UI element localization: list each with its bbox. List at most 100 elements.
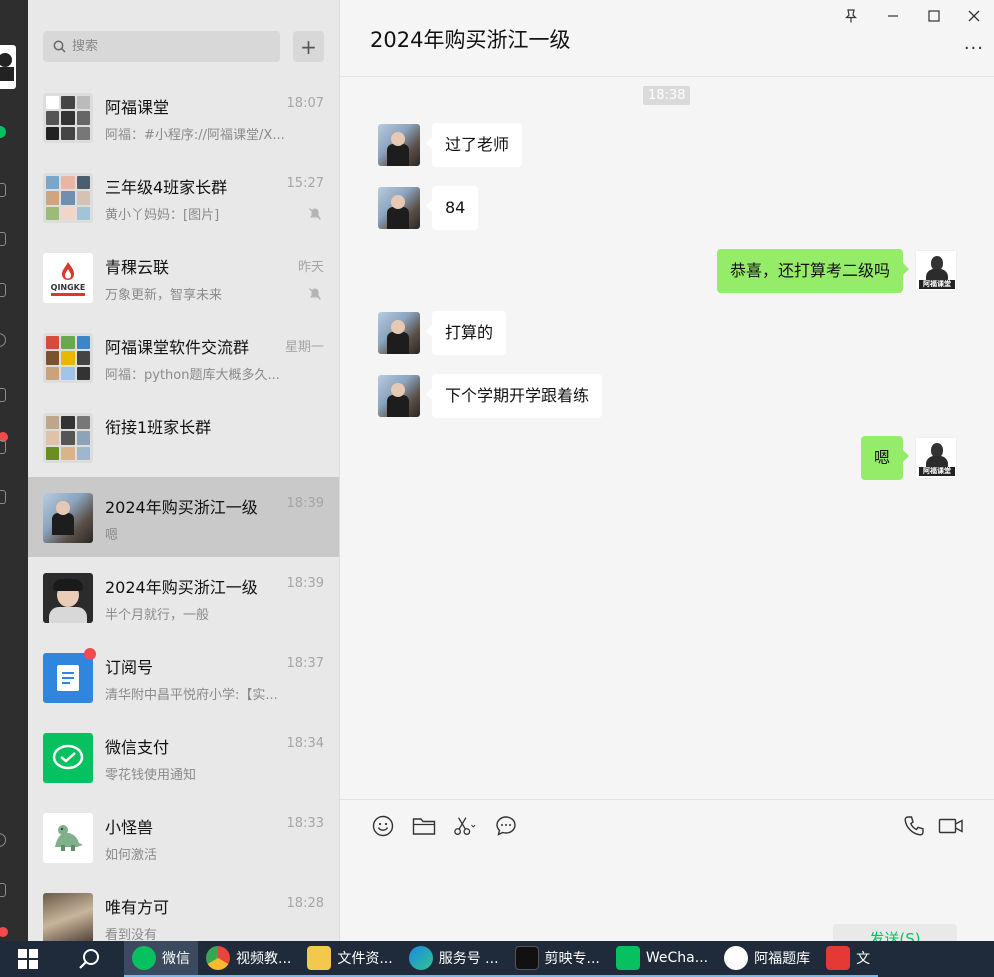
voice-call-icon[interactable] [902, 814, 926, 838]
message-time-tag: 18:38 [643, 86, 691, 105]
taskbar-item-chrome[interactable]: 视频教... [198, 941, 300, 977]
conversation-item-qingke[interactable]: QINGKE 青稞云联 昨天 万象更新，智享未来 [28, 237, 339, 317]
sender-avatar[interactable] [378, 375, 420, 417]
nav-rail [0, 0, 28, 941]
files-icon[interactable] [0, 283, 6, 297]
conversation-preview: 清华附中昌平悦府小学:【实... [105, 688, 278, 703]
taskbar-item-label: 微信 [162, 951, 190, 967]
taskbar-item-label: 视频教... [236, 951, 292, 967]
channels-icon[interactable] [0, 388, 6, 402]
settings-badge-icon [0, 927, 8, 937]
favorites-icon[interactable] [0, 232, 6, 246]
taskbar-item-wechat[interactable]: 微信 [124, 941, 198, 977]
my-avatar[interactable] [0, 45, 16, 89]
conversation-item-subscriptions[interactable]: 订阅号 18:37 清华附中昌平悦府小学:【实... [28, 637, 339, 717]
pin-icon[interactable] [841, 6, 861, 26]
add-button[interactable]: + [293, 31, 324, 62]
conversation-item-little-monster[interactable]: 小怪兽 18:33 如何激活 [28, 797, 339, 877]
search-rail-icon[interactable] [0, 440, 6, 454]
maximize-icon[interactable] [924, 6, 944, 26]
message-bubble[interactable]: 下个学期开学跟着练 [425, 374, 603, 418]
conversation-time: 18:33 [286, 816, 324, 831]
search-input[interactable] [72, 39, 262, 54]
conversation-time: 18:39 [286, 496, 324, 511]
qingke-logo: QINGKE [43, 253, 93, 303]
settings-icon[interactable] [0, 883, 6, 897]
conversation-time: 18:39 [286, 576, 324, 591]
mini-program-icon[interactable] [0, 490, 6, 504]
windows-start-button[interactable] [0, 941, 56, 977]
conversation-item-afu-classroom[interactable]: 阿福课堂 18:07 阿福：#小程序://阿福课堂/X... [28, 77, 339, 157]
message-bubble[interactable]: 嗯 [860, 436, 910, 480]
taskbar-item-wps[interactable]: 文 [818, 941, 879, 977]
conversation-time: 18:07 [286, 96, 324, 111]
chrome-app-icon [206, 946, 230, 970]
message-input[interactable] [370, 850, 970, 915]
pay-check-icon [52, 744, 84, 770]
message-bubble[interactable]: 过了老师 [425, 123, 523, 167]
capcut-app-icon [514, 946, 539, 970]
screenshot-scissors-icon[interactable] [453, 814, 477, 838]
dinosaur-icon [55, 825, 83, 851]
conversation-item-zhejiang-level1-active[interactable]: 2024年购买浙江一级 18:39 嗯 [28, 477, 339, 557]
message-incoming: 84 [378, 186, 479, 230]
taskbar-item-wechat-window[interactable]: WeCha... [607, 941, 717, 977]
contact-avatar [43, 573, 93, 623]
message-incoming: 过了老师 [378, 123, 523, 167]
message-bubble[interactable]: 恭喜，还打算考二级吗 [716, 249, 910, 293]
search-icon [53, 40, 66, 53]
pet-avatar [43, 893, 93, 941]
flame-icon [62, 261, 74, 280]
taskbar-search-icon [79, 949, 99, 969]
conversation-name: 订阅号 [105, 658, 154, 677]
conversation-name: 2024年购买浙江一级 [105, 578, 258, 597]
conversation-item-software-group[interactable]: 阿福课堂软件交流群 星期一 阿福：python题库大概多久... [28, 317, 339, 397]
group-avatar [43, 413, 93, 463]
message-bubble[interactable]: 打算的 [425, 311, 507, 355]
mute-bell-icon [309, 288, 321, 300]
taskbar-search-button[interactable] [56, 941, 124, 977]
online-status-icon [0, 126, 6, 138]
folder-icon[interactable] [412, 814, 436, 838]
chat-title: 2024年购买浙江一级 [370, 28, 571, 52]
conversation-item-weiyou[interactable]: 唯有方可 18:28 看到没有 [28, 877, 339, 941]
taskbar-item-label: 剪映专... [544, 951, 600, 967]
avatar-label: 阿福课堂 [919, 467, 955, 476]
message-bubble[interactable]: 84 [425, 186, 479, 230]
avatar-label: 阿福课堂 [919, 280, 955, 289]
conversation-preview: 黄小丫妈妈：[图片] [105, 208, 220, 223]
more-options-button[interactable]: ··· [964, 38, 984, 59]
emoji-icon[interactable] [371, 814, 395, 838]
conversation-time: 18:34 [286, 736, 324, 751]
conversation-time: 星期一 [284, 340, 324, 355]
wps-app-icon [826, 946, 851, 970]
search-box[interactable] [43, 31, 280, 62]
conversation-name: 衔接1班家长群 [105, 418, 212, 437]
taskbar-item-capcut[interactable]: 剪映专... [506, 941, 608, 977]
sender-avatar[interactable] [378, 187, 420, 229]
conversation-item-wechat-pay[interactable]: 微信支付 18:34 零花钱使用通知 [28, 717, 339, 797]
conversation-time: 18:28 [286, 896, 324, 911]
taskbar-item-explorer[interactable]: 文件资... [299, 941, 401, 977]
minimize-icon[interactable] [883, 6, 903, 26]
my-avatar[interactable]: 阿福课堂 [915, 250, 957, 292]
chat-header: 2024年购买浙江一级 ··· [340, 0, 994, 77]
sender-avatar[interactable] [378, 312, 420, 354]
conversation-preview: 看到没有 [105, 928, 158, 941]
phone-rail-icon[interactable] [0, 833, 6, 847]
my-avatar[interactable]: 阿福课堂 [915, 437, 957, 479]
conversation-time: 昨天 [297, 260, 324, 275]
chat-history-icon[interactable] [494, 814, 518, 838]
message-incoming: 打算的 [378, 311, 507, 355]
video-call-icon[interactable] [938, 814, 964, 838]
taskbar-item-edge[interactable]: 服务号 ... [400, 941, 507, 977]
conversation-item-grade3-class4[interactable]: 三年级4班家长群 15:27 黄小丫妈妈：[图片] [28, 157, 339, 237]
moments-icon[interactable] [0, 333, 6, 347]
message-outgoing: 恭喜，还打算考二级吗 阿福课堂 [716, 249, 957, 293]
taskbar-item-afu-tiku[interactable]: 阿福题库 [716, 941, 819, 977]
contacts-icon[interactable] [0, 183, 6, 197]
conversation-item-bridge-class1[interactable]: 衔接1班家长群 [28, 397, 339, 477]
sender-avatar[interactable] [378, 124, 420, 166]
conversation-item-zhejiang-level1[interactable]: 2024年购买浙江一级 18:39 半个月就行，一般 [28, 557, 339, 637]
close-icon[interactable] [964, 6, 984, 26]
